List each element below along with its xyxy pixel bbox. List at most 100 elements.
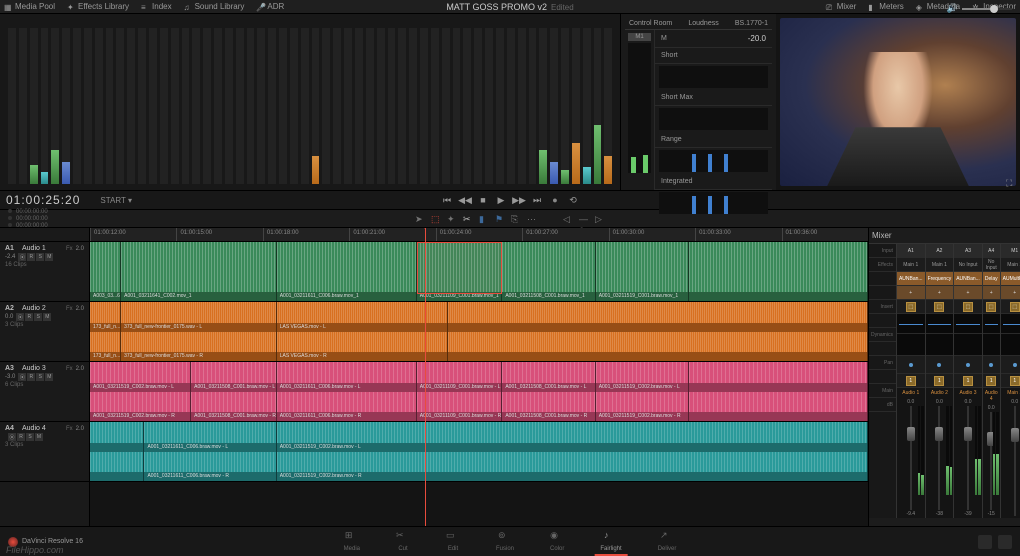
track-btn-M[interactable]: M (45, 253, 53, 261)
audio-clip[interactable]: A001_03211508_C001.braw.mov_1 (502, 242, 595, 301)
track-btn-R[interactable]: R (27, 253, 35, 261)
video-preview[interactable] (780, 18, 1016, 186)
loudness-standard[interactable]: BS.1770-1 (735, 20, 768, 27)
dynamics-graph[interactable] (1001, 334, 1020, 356)
stop-button[interactable]: ■ (478, 195, 488, 205)
expand-icon[interactable]: ⛶ (1006, 178, 1016, 188)
range-selection[interactable] (417, 242, 503, 294)
audio-clip[interactable]: A001_03211641_C002.mov_1 (121, 242, 277, 301)
audio-clip[interactable]: A001_03211611_C006.braw.mov - L (144, 422, 276, 452)
automation-toggle[interactable]: ⋯ (527, 214, 537, 224)
zoom-in[interactable]: ▷ (595, 214, 605, 224)
audio-clip[interactable] (90, 422, 144, 452)
ruler-tick[interactable]: 01:00:33:00 (695, 228, 781, 241)
track-header-a1[interactable]: A1Audio 1Fx2.0 -2.4⦿RSM 16 Clips (0, 242, 89, 302)
track-btn-⦿[interactable]: ⦿ (18, 373, 26, 381)
eq-curve[interactable] (983, 314, 1000, 334)
page-fusion[interactable]: ⊚Fusion (490, 528, 520, 556)
sound-library-tab[interactable]: ♫Sound Library (184, 2, 245, 11)
ruler-tick[interactable]: 01:00:27:00 (522, 228, 608, 241)
link-toggle[interactable]: ⎘ (511, 214, 521, 224)
track-btn-⦿[interactable]: ⦿ (8, 433, 16, 441)
track-header-a4[interactable]: A4Audio 4Fx2.0 ⦿RSM 3 Clips (0, 422, 89, 482)
track-btn-R[interactable]: R (17, 433, 25, 441)
audio-clip[interactable]: 173_full_n... (90, 332, 121, 362)
audio-clip[interactable] (448, 332, 868, 362)
track-btn-S[interactable]: S (26, 433, 34, 441)
media-pool-tab[interactable]: ▦Media Pool (4, 2, 55, 11)
zoom-slider[interactable]: —●— (579, 214, 589, 224)
pointer-tool[interactable]: ➤ (415, 214, 425, 224)
index-tab[interactable]: ≡Index (141, 2, 172, 11)
audio-clip[interactable] (90, 452, 144, 482)
record-button[interactable]: ● (550, 195, 560, 205)
forward-button[interactable]: ▶▶ (514, 195, 524, 205)
audio-clip[interactable]: 373_full_new-frontier_0175.wav - L (121, 302, 277, 332)
mixer-strip-a3[interactable]: A3 No Input AUNBan... + ⬚ 1 Audio 3 0.0 … (954, 244, 983, 518)
eq-curve[interactable] (954, 314, 982, 334)
audio-clip[interactable]: A001_03211611_C006.braw.mov_1 (277, 242, 417, 301)
track-btn-S[interactable]: S (36, 373, 44, 381)
audio-clip[interactable]: A001_03211519_C002.braw.mov - R (90, 392, 191, 422)
ruler-tick[interactable]: 01:00:18:00 (263, 228, 349, 241)
eq-curve[interactable] (897, 314, 925, 334)
audio-clip[interactable] (689, 392, 868, 422)
audio-clip[interactable]: A001_03211519_C002.braw.mov - L (90, 362, 191, 392)
eq-curve[interactable] (1001, 314, 1020, 334)
prev-button[interactable]: ⏮ (442, 195, 452, 205)
ruler-tick[interactable]: 01:00:21:00 (349, 228, 435, 241)
dynamics-graph[interactable] (897, 334, 925, 356)
track-header-a2[interactable]: A2Audio 2Fx2.0 0.0⦿RSM 3 Clips (0, 302, 89, 362)
ruler-tick[interactable]: 01:00:15:00 (176, 228, 262, 241)
start-marker[interactable]: START ▾ (100, 196, 132, 205)
ruler-tick[interactable]: 01:00:24:00 (436, 228, 522, 241)
audio-clip[interactable]: A001_03211519_C002.braw.mov - R (277, 452, 868, 482)
marker-tool[interactable]: ✦ (447, 214, 457, 224)
project-manager-button[interactable] (998, 535, 1012, 549)
audio-clip[interactable]: 173_full_n... (90, 302, 121, 332)
project-settings-button[interactable] (978, 535, 992, 549)
page-deliver[interactable]: ↗Deliver (652, 528, 683, 556)
adr-tab[interactable]: 🎤ADR (256, 2, 284, 11)
audio-clip[interactable]: A001_03211519_C001.braw.mov_1 (596, 242, 689, 301)
main-assign[interactable]: 1 (934, 376, 944, 386)
track-btn-R[interactable]: R (25, 313, 33, 321)
main-assign[interactable]: 1 (906, 376, 916, 386)
page-color[interactable]: ◉Color (544, 528, 570, 556)
page-fairlight[interactable]: ♪Fairlight (594, 528, 627, 556)
loop-button[interactable]: ⟲ (568, 195, 578, 205)
audio-clip[interactable] (689, 242, 868, 301)
track-a2[interactable]: 173_full_n...373_full_new-frontier_0175.… (90, 302, 868, 362)
main-assign[interactable]: 1 (963, 376, 973, 386)
ruler-tick[interactable]: 01:00:12:00 (90, 228, 176, 241)
pan-control[interactable] (983, 356, 1000, 374)
audio-clip[interactable]: A001_03211519_C002.braw.mov - L (596, 362, 689, 392)
track-btn-S[interactable]: S (36, 253, 44, 261)
audio-clip[interactable]: A001_03211519_C002.braw.mov - R (596, 392, 689, 422)
audio-clip[interactable]: LAS VEGAS.mov - L (277, 302, 448, 332)
next-button[interactable]: ⏭ (532, 195, 542, 205)
pan-control[interactable] (1001, 356, 1020, 374)
eq-curve[interactable] (926, 314, 954, 334)
main-assign[interactable]: 1 (986, 376, 996, 386)
audio-clip[interactable] (689, 362, 868, 392)
audio-clip[interactable]: LAS VEGAS.mov - R (277, 332, 448, 362)
insert-slot[interactable]: ⬚ (934, 302, 944, 312)
track-btn-⦿[interactable]: ⦿ (16, 313, 24, 321)
rewind-button[interactable]: ◀◀ (460, 195, 470, 205)
dynamics-graph[interactable] (926, 334, 954, 356)
zoom-out[interactable]: ◁ (563, 214, 573, 224)
page-cut[interactable]: ✂Cut (390, 528, 416, 556)
audio-clip[interactable]: A001_03211611_C006.braw.mov - R (277, 392, 417, 422)
track-btn-R[interactable]: R (27, 373, 35, 381)
audio-clip[interactable]: A001_03211109_C001.braw.mov - R (417, 392, 503, 422)
pan-control[interactable] (954, 356, 982, 374)
playhead[interactable] (425, 228, 426, 526)
track-btn-M[interactable]: M (35, 433, 43, 441)
audio-clip[interactable]: A001_03211611_C006.braw.mov - L (277, 362, 417, 392)
flag-tool[interactable]: ⚑ (495, 214, 505, 224)
audio-clip[interactable] (448, 302, 868, 332)
insert-slot[interactable]: ⬚ (906, 302, 916, 312)
meters-tab[interactable]: ▮Meters (868, 2, 903, 11)
audio-clip[interactable]: 373_full_new-frontier_0175.wav - R (121, 332, 277, 362)
